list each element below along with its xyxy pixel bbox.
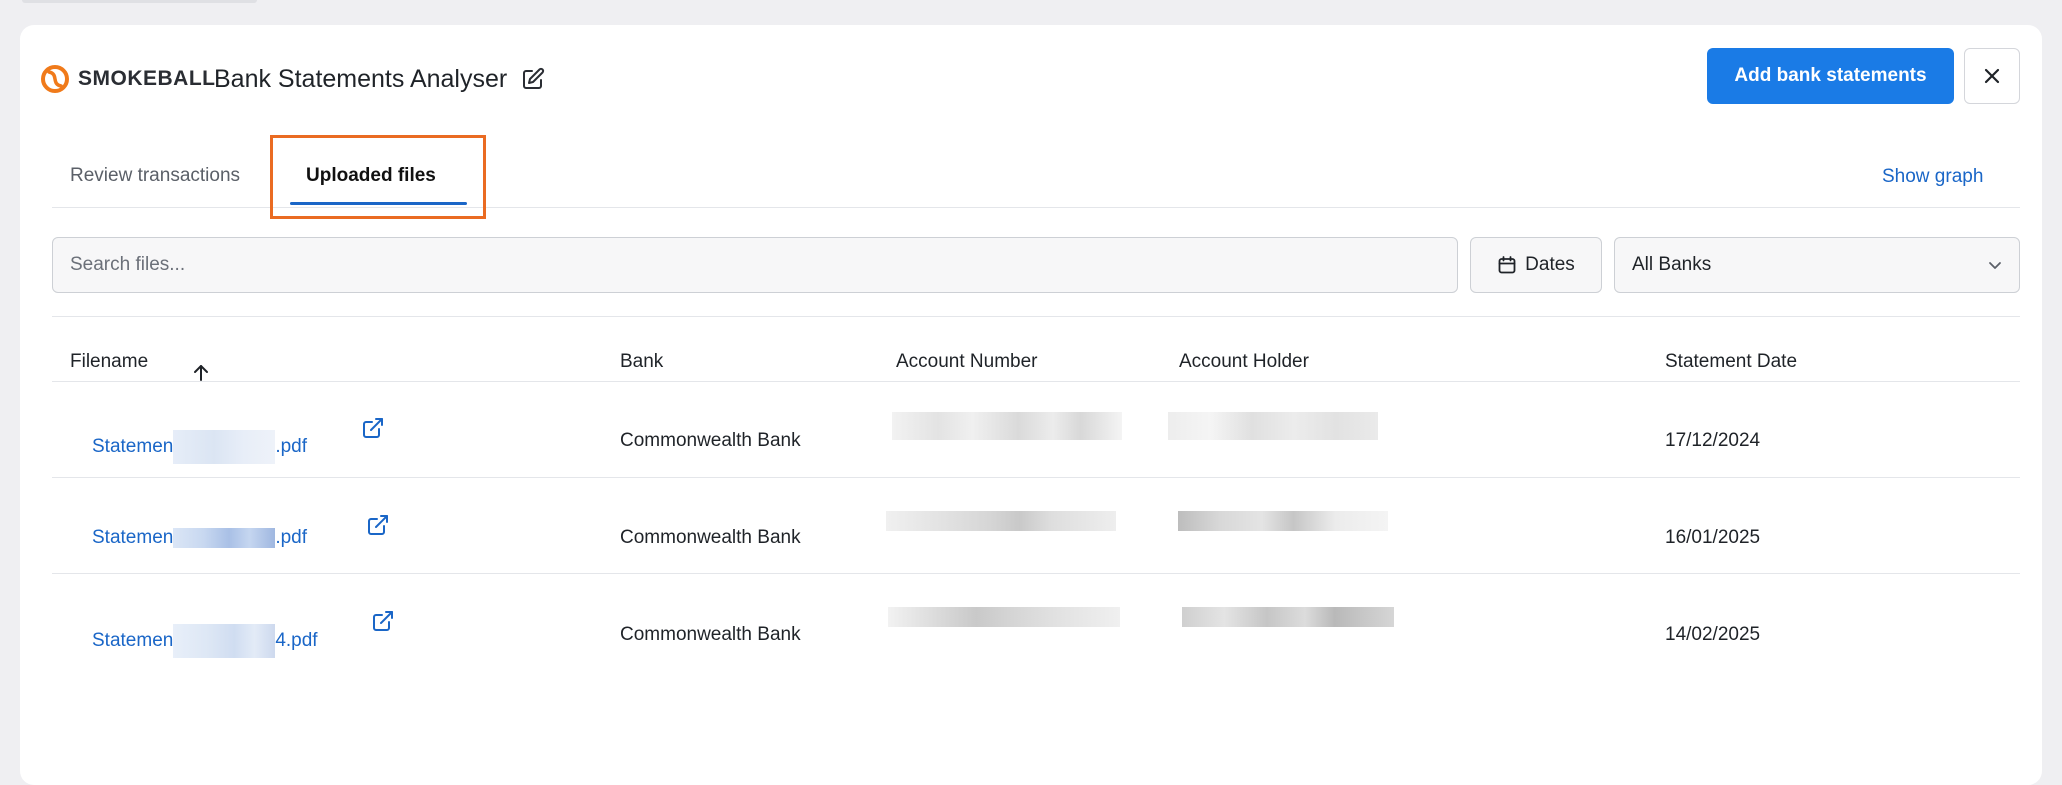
dates-label: Dates <box>1525 254 1575 275</box>
redacted-account-number <box>886 511 1116 531</box>
external-link-icon[interactable] <box>366 513 390 537</box>
filename-link[interactable]: Statemen 4.pdf <box>92 624 318 658</box>
show-graph-link[interactable]: Show graph <box>1882 166 1983 188</box>
close-icon <box>1984 68 2000 84</box>
calendar-icon <box>1498 256 1516 274</box>
brand-logo: SMOKEBALL <box>40 61 216 97</box>
row-divider <box>52 573 2020 574</box>
table-header-divider <box>52 381 2020 382</box>
bank-cell: Commonwealth Bank <box>620 624 801 645</box>
redacted-account-number <box>888 607 1120 627</box>
dates-button[interactable]: Dates <box>1470 237 1602 293</box>
column-header-bank[interactable]: Bank <box>620 351 663 373</box>
tab-highlight-box <box>270 135 486 219</box>
redacted-filename <box>173 430 276 464</box>
bank-cell: Commonwealth Bank <box>620 527 801 548</box>
brand-name: SMOKEBALL <box>78 67 216 90</box>
bank-filter-value: All Banks <box>1632 254 1712 275</box>
column-header-statement-date[interactable]: Statement Date <box>1665 351 1797 373</box>
search-input[interactable] <box>52 237 1458 293</box>
filename-prefix: Statemen <box>92 436 174 458</box>
redacted-filename <box>173 527 276 548</box>
edit-icon <box>523 67 545 89</box>
statement-date-cell: 17/12/2024 <box>1665 430 1761 451</box>
column-header-account-holder[interactable]: Account Holder <box>1179 351 1309 373</box>
filename-suffix: .pdf <box>275 527 308 548</box>
edit-title-button[interactable] <box>519 65 547 93</box>
column-header-filename[interactable]: Filename <box>70 351 148 373</box>
filename-prefix: Statemen <box>92 630 174 652</box>
main-panel: SMOKEBALL Bank Statements Analyser Add b… <box>20 25 2042 785</box>
table-top-border <box>52 316 2020 317</box>
statement-date-cell: 16/01/2025 <box>1665 527 1761 548</box>
statement-date-cell: 14/02/2025 <box>1665 624 1761 645</box>
top-sliver <box>22 0 257 3</box>
tab-review-transactions[interactable]: Review transactions <box>70 165 240 187</box>
external-link-icon[interactable] <box>361 416 385 440</box>
external-link-icon[interactable] <box>371 609 395 633</box>
filename-prefix: Statemen <box>92 527 174 548</box>
column-header-account-number[interactable]: Account Number <box>896 351 1038 373</box>
filename-suffix: 4.pdf <box>275 630 318 652</box>
page-title: Bank Statements Analyser <box>214 65 508 93</box>
bank-filter-select[interactable]: All Banks <box>1614 237 2020 293</box>
redacted-account-holder <box>1182 607 1394 627</box>
filename-link[interactable]: Statemen .pdf <box>92 527 307 549</box>
redacted-account-number <box>892 412 1122 440</box>
bank-cell: Commonwealth Bank <box>620 430 801 451</box>
filename-link[interactable]: Statemen .pdf <box>92 430 307 464</box>
add-bank-statements-button[interactable]: Add bank statements <box>1707 48 1954 104</box>
redacted-account-holder <box>1178 511 1388 531</box>
smokeball-logo-icon <box>41 65 69 93</box>
chevron-down-icon <box>1989 262 2001 269</box>
close-button[interactable] <box>1964 48 2020 104</box>
redacted-account-holder <box>1168 412 1378 440</box>
filename-suffix: .pdf <box>275 436 308 458</box>
row-divider <box>52 477 2020 478</box>
sort-arrow-up-icon[interactable] <box>193 364 209 382</box>
redacted-filename <box>173 624 276 658</box>
